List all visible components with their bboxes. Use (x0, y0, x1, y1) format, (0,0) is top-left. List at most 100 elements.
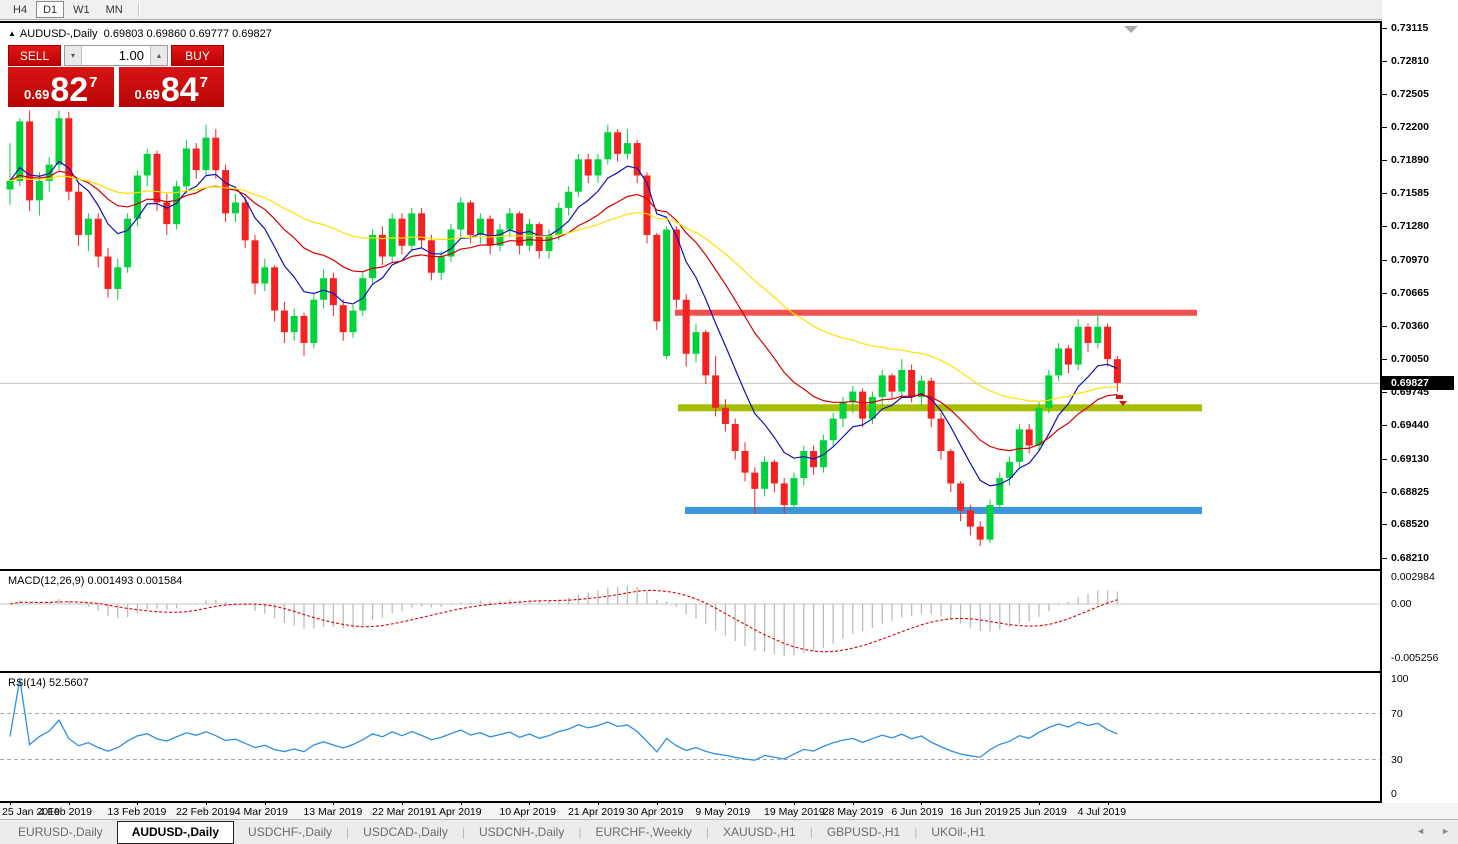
candle-body (1045, 375, 1052, 407)
chart-tab-gbpusd[interactable]: GBPUSD-,H1 (813, 822, 914, 842)
volume-decrease-icon[interactable]: ▾ (65, 46, 82, 65)
candle-body (1114, 359, 1121, 383)
candle-body (742, 451, 749, 473)
date-label: 22 Feb 2019 (176, 806, 235, 818)
scroll-tabs-right-icon[interactable]: ► (1441, 826, 1450, 836)
volume-increase-icon[interactable]: ▴ (150, 46, 167, 65)
price-tick-label: 0.72810 (1391, 55, 1429, 67)
candle-body (761, 462, 768, 489)
price-tick-label: 0.70970 (1391, 254, 1429, 266)
date-label: 9 May 2019 (695, 806, 750, 818)
chart-symbol-label: AUDUSD-,Daily (20, 28, 98, 40)
date-tick (598, 801, 599, 805)
candle-body (1085, 327, 1092, 343)
scroll-tabs-left-icon[interactable]: ◄ (1416, 826, 1425, 836)
rsi-axis-label: 100 (1391, 673, 1409, 685)
rsi-chart[interactable] (0, 673, 1380, 801)
price-tick-label: 0.70050 (1391, 353, 1429, 365)
buy-price-prefix: 0.69 (135, 87, 160, 102)
candle-body (26, 121, 33, 200)
candle-body (869, 397, 876, 419)
macd-indicator-pane[interactable]: MACD(12,26,9) 0.001493 0.001584 (0, 571, 1380, 671)
candle-body (732, 424, 739, 451)
price-tick-label: 0.72505 (1391, 88, 1429, 100)
candle-body (487, 219, 494, 246)
date-axis[interactable]: 25 Jan 20194 Feb 201913 Feb 201922 Feb 2… (0, 803, 1458, 819)
candle-body (124, 219, 131, 268)
sell-price-button[interactable]: 0.69 82 7 (8, 67, 114, 107)
candle-body (369, 235, 376, 278)
mt4-terminal: { "toolbar": { "timeframes": ["H4","D1",… (0, 0, 1458, 844)
price-tick (1382, 492, 1387, 493)
candle-body (340, 305, 347, 332)
date-tick (265, 801, 266, 805)
candle-body (879, 375, 886, 397)
candle-body (977, 527, 984, 540)
price-tick-label: 0.68520 (1391, 518, 1429, 530)
buy-button[interactable]: BUY (171, 45, 224, 66)
chart-tab-eurchf[interactable]: EURCHF-,Weekly (581, 822, 705, 842)
candle-body (154, 154, 161, 203)
date-tick (921, 801, 922, 805)
rsi-axis-label: 70 (1391, 708, 1403, 720)
date-tick (10, 801, 11, 805)
candle-body (105, 257, 112, 289)
candle-body (320, 278, 327, 300)
buy-price-button[interactable]: 0.69 84 7 (119, 67, 225, 107)
timeframe-button-d1[interactable]: D1 (36, 1, 64, 18)
candle-body (506, 213, 513, 229)
date-label: 4 Feb 2019 (39, 806, 92, 818)
chart-tab-xauusd[interactable]: XAUUSD-,H1 (709, 822, 810, 842)
candle-body (418, 213, 425, 240)
date-label: 6 Jun 2019 (891, 806, 943, 818)
price-axis[interactable]: 0.69827 0.731150.728100.725050.722000.71… (1382, 0, 1458, 803)
date-label: 28 May 2019 (823, 806, 884, 818)
price-tick-label: 0.71890 (1391, 154, 1429, 166)
date-tick (853, 801, 854, 805)
candle-body (546, 235, 553, 251)
timeframe-button-mn[interactable]: MN (99, 1, 130, 18)
pane-separator[interactable] (0, 671, 1458, 673)
date-tick (461, 801, 462, 805)
chart-tab-ukoil[interactable]: UKOil-,H1 (917, 822, 999, 842)
low-support-line[interactable] (685, 507, 1202, 514)
chart-tab-usdcad[interactable]: USDCAD-,Daily (349, 822, 462, 842)
price-tick (1382, 260, 1387, 261)
candle-body (859, 392, 866, 419)
candle-body (193, 148, 200, 170)
timeframe-button-h4[interactable]: H4 (6, 1, 34, 18)
candle-body (144, 154, 151, 176)
pane-separator[interactable] (0, 569, 1458, 571)
price-tick (1382, 524, 1387, 525)
rsi-axis-label: 0 (1391, 788, 1397, 800)
macd-signal-line (10, 590, 1117, 652)
chart-ohlc-header: ▲AUDUSD-,Daily 0.69803 0.69860 0.69777 0… (8, 28, 272, 40)
price-chart-pane[interactable]: ▲AUDUSD-,Daily 0.69803 0.69860 0.69777 0… (0, 23, 1380, 569)
scroll-to-end-marker-icon[interactable] (1124, 26, 1138, 33)
candle-body (908, 370, 915, 397)
macd-chart[interactable] (0, 571, 1380, 671)
sell-button[interactable]: SELL (8, 45, 61, 66)
price-tick-label: 0.68210 (1391, 552, 1429, 564)
candle-body (673, 230, 680, 300)
price-tick (1382, 61, 1387, 62)
collapse-arrow-icon[interactable]: ▲ (8, 29, 16, 38)
chart-tab-eurusd[interactable]: EURUSD-,Daily (4, 822, 117, 842)
candle-body (820, 440, 827, 467)
candle-body (1104, 327, 1111, 359)
volume-input[interactable] (82, 46, 150, 65)
candle-body (252, 240, 259, 283)
chart-tab-usdchf[interactable]: USDCHF-,Daily (234, 822, 346, 842)
chart-tab-usdcnh[interactable]: USDCNH-,Daily (465, 822, 578, 842)
candles-layer (7, 111, 1121, 546)
rsi-indicator-pane[interactable]: RSI(14) 52.5607 (0, 673, 1380, 801)
candle-body (751, 473, 758, 489)
candle-body (898, 370, 905, 392)
resistance-line[interactable] (675, 310, 1197, 316)
candle-body (212, 138, 219, 170)
chart-tab-audusd[interactable]: AUDUSD-,Daily (117, 821, 234, 844)
candle-body (1016, 429, 1023, 461)
timeframe-button-w1[interactable]: W1 (66, 1, 97, 18)
price-tick-label: 0.68825 (1391, 486, 1429, 498)
date-tick (402, 801, 403, 805)
